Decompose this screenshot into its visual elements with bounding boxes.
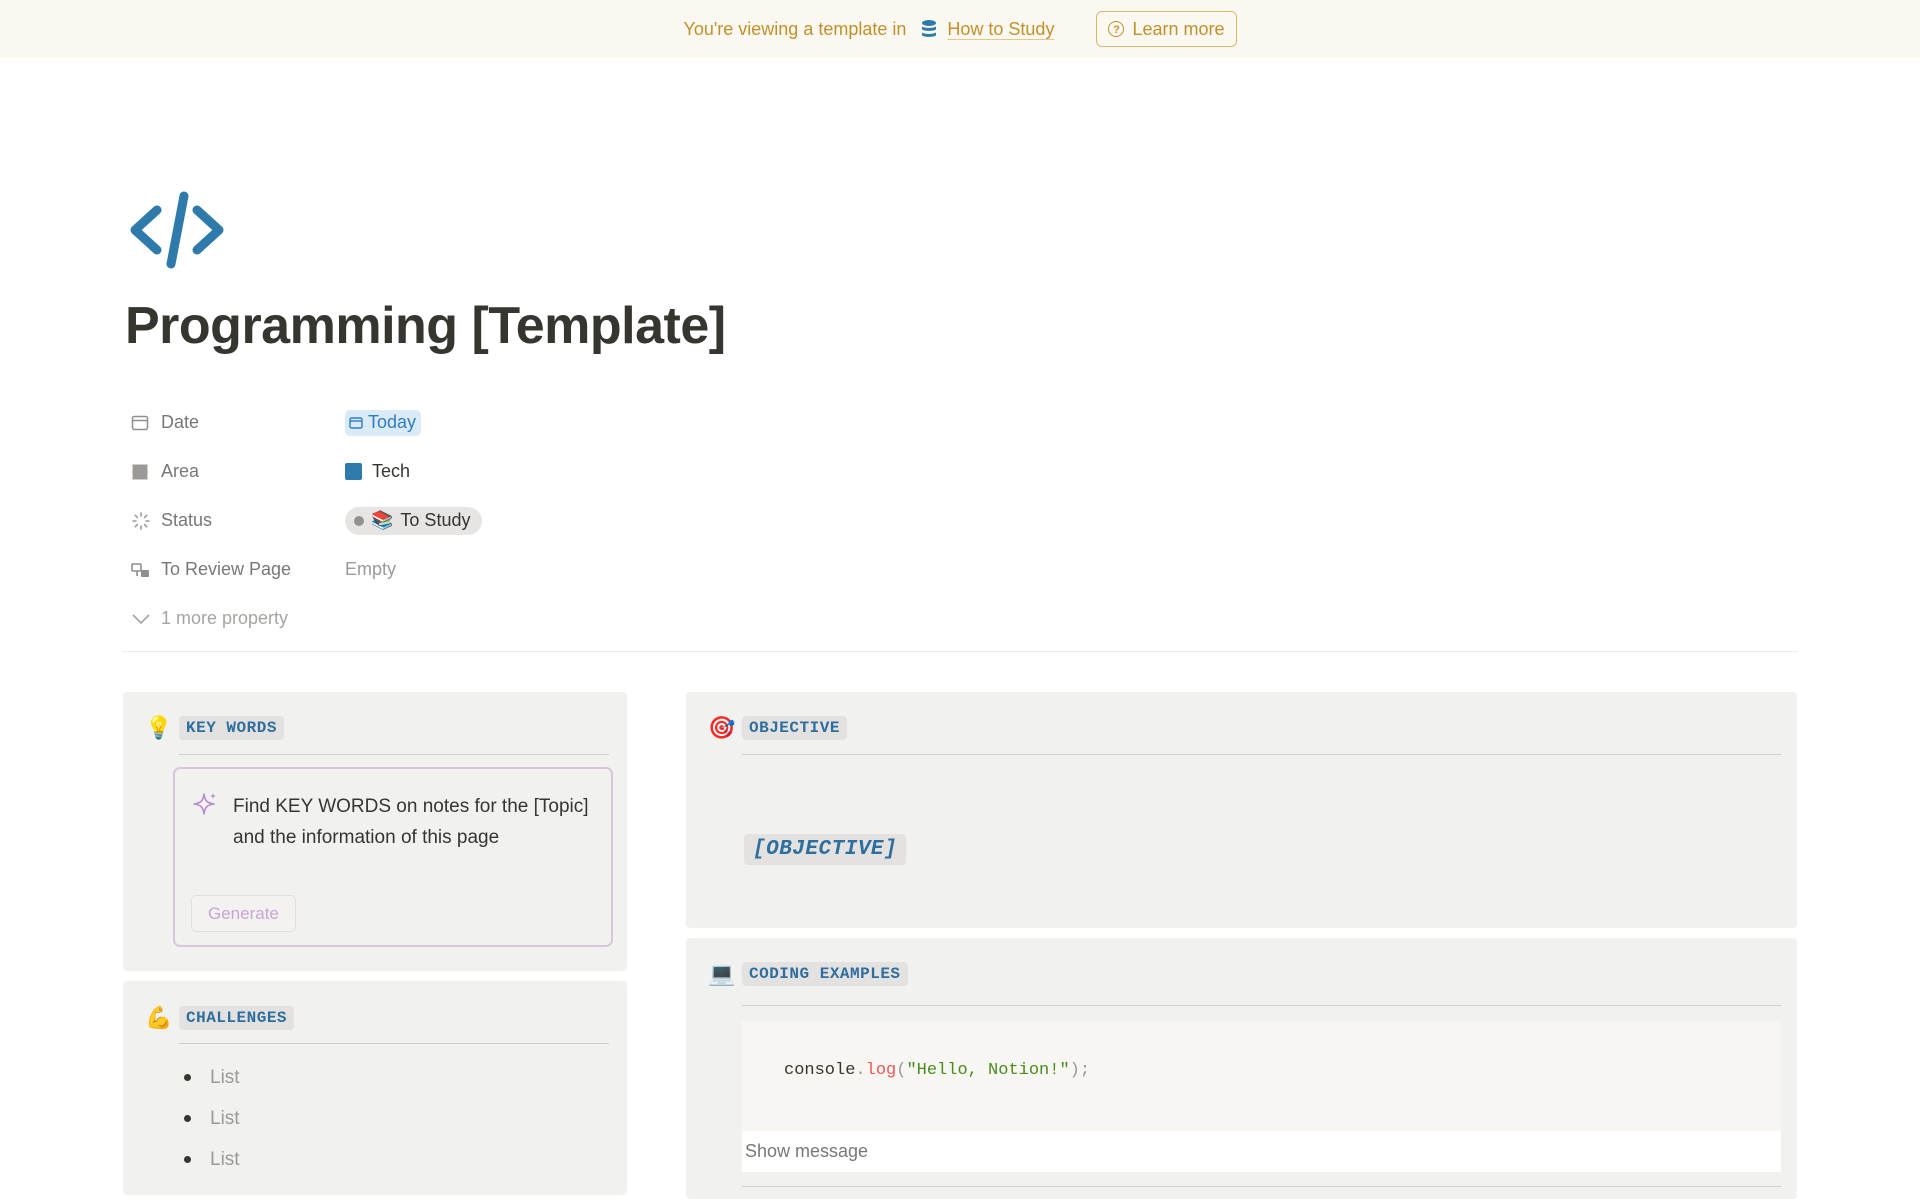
challenges-divider [179,1043,609,1044]
database-icon [920,19,938,39]
code-line[interactable]: console.log("Hello, Notion!"); [784,1061,1090,1080]
coding-examples-heading: CODING EXAMPLES [742,962,908,986]
list-item-text: List [210,1066,240,1088]
objective-text[interactable]: [OBJECTIVE] [744,834,907,865]
objective-heading: OBJECTIVE [742,716,847,740]
books-icon: 📚 [371,510,394,530]
status-value-chip[interactable]: 📚 To Study [345,506,483,535]
code-string: "Hello, Notion!" [906,1061,1070,1080]
challenges-heading: CHALLENGES [179,1006,295,1030]
bullet [184,1115,191,1122]
property-status-label: Status [161,510,213,530]
code-close: ); [1069,1061,1091,1080]
status-dot [354,515,364,526]
code-icon[interactable] [127,190,227,270]
objective-callout[interactable]: 🎯 OBJECTIVE [OBJECTIVE] [686,692,1797,928]
list-item[interactable]: List [180,1057,240,1098]
tech-square-icon [345,463,362,480]
properties-panel: Date Today Area Tech Status 📚 To Study T… [125,398,725,643]
lightbulb-icon: 💡 [145,715,173,740]
learn-more-label: Learn more [1132,18,1225,39]
more-properties-label: 1 more property [161,608,289,628]
challenges-list: List List List [180,1057,240,1180]
code-block[interactable]: console.log("Hello, Notion!"); [742,1021,1781,1131]
coding-divider [742,1005,1781,1006]
calendar-small-icon [349,416,363,429]
objective-divider [742,754,1781,755]
learn-more-button[interactable]: ? Learn more [1096,11,1237,47]
laptop-icon: 💻 [708,961,736,986]
banner-message: You're viewing a template in [683,18,907,39]
page-title[interactable]: Programming [Template] [125,296,726,356]
key-words-callout[interactable]: 💡 KEY WORDS Find KEY WORDS on notes for … [123,692,627,971]
date-value: Today [368,412,417,432]
key-words-heading: KEY WORDS [179,716,284,740]
template-banner: You're viewing a template in How to Stud… [0,0,1920,58]
code-open-paren: ( [896,1061,907,1080]
list-item[interactable]: List [180,1098,240,1139]
area-value-label: Tech [372,461,411,481]
property-area[interactable]: Area Tech [125,447,725,496]
code-object: console [784,1061,856,1080]
database-link[interactable]: How to Study [947,19,1054,40]
challenges-callout[interactable]: 💪 CHALLENGES List List List [123,981,627,1195]
properties-divider [122,651,1798,652]
target-icon: 🎯 [708,715,736,740]
more-properties-toggle[interactable]: 1 more property [125,594,725,643]
coding-bottom-divider [742,1186,1781,1187]
property-area-label: Area [161,461,200,481]
property-review-label: To Review Page [161,559,292,579]
property-date[interactable]: Date Today [125,398,725,447]
status-value: To Study [400,510,471,530]
bullet [184,1074,191,1081]
property-review[interactable]: To Review Page Empty [125,545,725,594]
date-value-chip[interactable]: Today [345,409,422,436]
status-loader-icon [131,511,161,531]
generate-button[interactable]: Generate [191,895,296,932]
coding-examples-callout[interactable]: 💻 CODING EXAMPLES console.log("Hello, No… [686,938,1797,1199]
list-item-text: List [210,1107,240,1129]
flexed-biceps-icon: 💪 [145,1005,173,1030]
property-date-label: Date [161,412,200,432]
help-icon: ? [1108,21,1125,37]
code-caption[interactable]: Show message [742,1131,1781,1172]
ai-prompt-text[interactable]: Find KEY WORDS on notes for the [Topic] … [233,791,593,853]
review-value-empty[interactable]: Empty [345,559,396,580]
ai-block[interactable]: Find KEY WORDS on notes for the [Topic] … [173,767,613,947]
code-dot: . [855,1061,866,1080]
key-words-divider [179,754,609,755]
area-value[interactable]: Tech [345,461,410,482]
list-item-text: List [210,1148,240,1170]
relation-square-icon [131,463,161,481]
code-method: log [865,1061,897,1080]
property-status[interactable]: Status 📚 To Study [125,496,725,545]
calendar-icon [131,414,161,432]
relation-arrow-icon [131,561,161,579]
ai-sparkle-icon [193,793,216,815]
bullet [184,1156,191,1163]
list-item[interactable]: List [180,1139,240,1180]
chevron-down-icon [131,612,161,626]
